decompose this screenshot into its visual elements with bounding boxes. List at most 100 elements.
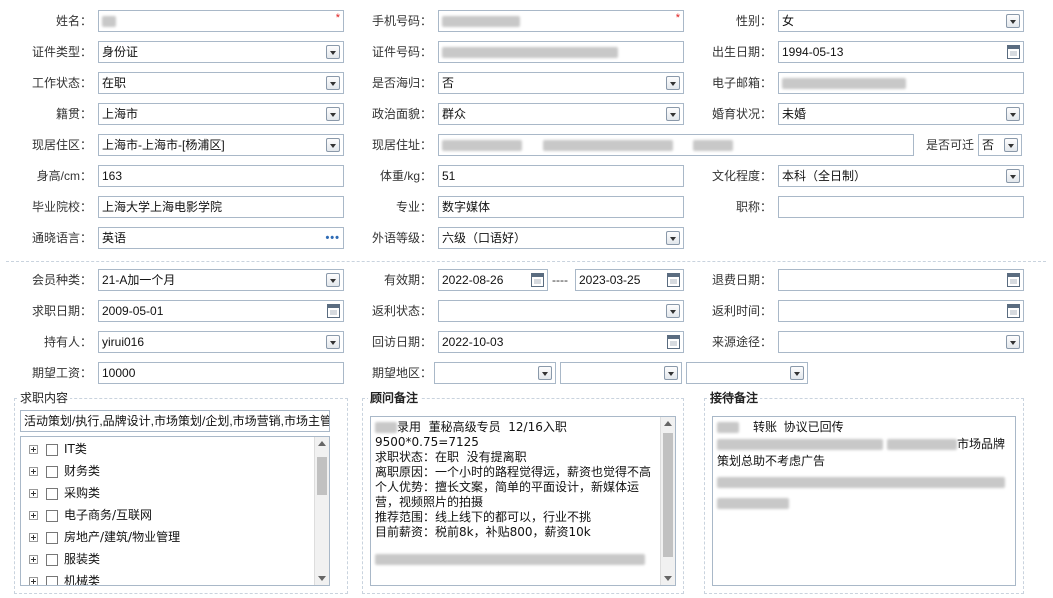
checkbox[interactable] (46, 509, 58, 522)
address-field[interactable] (438, 134, 914, 156)
chevron-down-icon[interactable] (326, 273, 340, 287)
chevron-down-icon[interactable] (1006, 14, 1020, 28)
id-number-field[interactable] (438, 41, 684, 63)
expand-icon[interactable] (29, 489, 38, 498)
rebate-status-select[interactable] (438, 300, 684, 322)
marital-select[interactable]: 未婚 (778, 103, 1024, 125)
reception-note-textarea[interactable]: 转账 协议已回传 市场品牌 策划总助不考虑广告 (712, 416, 1016, 586)
valid-from-field[interactable]: 2022-08-26 (438, 269, 548, 291)
chevron-down-icon[interactable] (326, 76, 340, 90)
tree-item-finance[interactable]: 财务类 (29, 461, 100, 481)
phone-field[interactable]: * (438, 10, 684, 32)
calendar-icon[interactable] (1007, 304, 1020, 318)
calendar-icon[interactable] (1007, 45, 1020, 59)
chevron-down-icon[interactable] (666, 304, 680, 318)
id-type-select[interactable]: 身份证 (98, 41, 344, 63)
scroll-up-icon[interactable] (664, 421, 672, 426)
tree-item-apparel[interactable]: 服装类 (29, 549, 100, 569)
region-district-select[interactable] (686, 362, 808, 384)
checkbox[interactable] (46, 575, 58, 585)
chevron-down-icon[interactable] (538, 366, 552, 380)
valid-to-field[interactable]: 2023-03-25 (575, 269, 684, 291)
calendar-icon[interactable] (531, 273, 544, 287)
language-field[interactable]: 英语 ••• (98, 227, 344, 249)
chevron-down-icon[interactable] (326, 138, 340, 152)
height-field[interactable]: 163 (98, 165, 344, 187)
scroll-thumb[interactable] (663, 433, 673, 557)
residence-select[interactable]: 上海市-上海市-[杨浦区] (98, 134, 344, 156)
note-scrollbar[interactable] (660, 417, 675, 585)
tree-item-ecommerce[interactable]: 电子商务/互联网 (29, 505, 152, 525)
salary-field[interactable]: 10000 (98, 362, 344, 384)
advisor-note-textarea[interactable]: 录用 董秘高级专员 12/16入职 9500*0.75=7125 求职状态：在职… (370, 416, 676, 586)
relocate-select[interactable]: 否 (978, 134, 1022, 156)
education-select[interactable]: 本科（全日制） (778, 165, 1024, 187)
job-date-field[interactable]: 2009-05-01 (98, 300, 344, 322)
overseas-select[interactable]: 否 (438, 72, 684, 94)
region-province-select[interactable] (434, 362, 556, 384)
tree-item-it[interactable]: IT类 (29, 439, 87, 459)
lang-level-select[interactable]: 六级（口语好） (438, 227, 684, 249)
required-mark: * (335, 12, 340, 24)
expand-icon[interactable] (29, 467, 38, 476)
region-city-select[interactable] (560, 362, 682, 384)
tree-scrollbar[interactable] (314, 437, 329, 585)
checkbox[interactable] (46, 443, 58, 456)
chevron-down-icon[interactable] (666, 107, 680, 121)
expand-icon[interactable] (29, 445, 38, 454)
chevron-down-icon[interactable] (664, 366, 678, 380)
work-status-select[interactable]: 在职 (98, 72, 344, 94)
chevron-down-icon[interactable] (1006, 335, 1020, 349)
lang-level-value: 六级（口语好） (442, 231, 527, 245)
holder-select[interactable]: yirui016 (98, 331, 344, 353)
refund-date-field[interactable] (778, 269, 1024, 291)
expand-icon[interactable] (29, 555, 38, 564)
chevron-down-icon[interactable] (666, 76, 680, 90)
birth-date-field[interactable]: 1994-05-13 (778, 41, 1024, 63)
calendar-icon[interactable] (327, 304, 340, 318)
title-field[interactable] (778, 196, 1024, 218)
tree-item-realestate[interactable]: 房地产/建筑/物业管理 (29, 527, 180, 547)
job-content-summary[interactable]: 活动策划/执行,品牌设计,市场策划/企划,市场营销,市场主管 (20, 410, 330, 432)
job-category-tree[interactable]: IT类 财务类 采购类 电子商务/互联网 房地产/建筑/物业管理 服装类 机械类 (20, 436, 330, 586)
height-label: 身高/cm： (36, 169, 92, 183)
calendar-icon[interactable] (667, 273, 680, 287)
holder-value: yirui016 (102, 335, 145, 349)
expand-icon[interactable] (29, 577, 38, 585)
gender-select[interactable]: 女 (778, 10, 1024, 32)
scroll-down-icon[interactable] (664, 576, 672, 581)
scroll-down-icon[interactable] (318, 576, 326, 581)
calendar-icon[interactable] (1007, 273, 1020, 287)
checkbox[interactable] (46, 553, 58, 566)
native-select[interactable]: 上海市 (98, 103, 344, 125)
school-field[interactable]: 上海大学上海电影学院 (98, 196, 344, 218)
tree-item-purchase[interactable]: 采购类 (29, 483, 100, 503)
scroll-up-icon[interactable] (318, 441, 326, 446)
checkbox[interactable] (46, 465, 58, 478)
chevron-down-icon[interactable] (326, 45, 340, 59)
chevron-down-icon[interactable] (326, 107, 340, 121)
name-field[interactable]: * (98, 10, 344, 32)
chevron-down-icon[interactable] (326, 335, 340, 349)
chevron-down-icon[interactable] (1006, 169, 1020, 183)
visit-date-field[interactable]: 2022-10-03 (438, 331, 684, 353)
chevron-down-icon[interactable] (1004, 138, 1018, 152)
chevron-down-icon[interactable] (790, 366, 804, 380)
rebate-time-field[interactable] (778, 300, 1024, 322)
source-select[interactable] (778, 331, 1024, 353)
expand-icon[interactable] (29, 511, 38, 520)
more-options-icon[interactable]: ••• (325, 228, 340, 248)
major-field[interactable]: 数字媒体 (438, 196, 684, 218)
member-type-select[interactable]: 21-A加一个月 (98, 269, 344, 291)
weight-field[interactable]: 51 (438, 165, 684, 187)
checkbox[interactable] (46, 531, 58, 544)
scroll-thumb[interactable] (317, 457, 327, 495)
calendar-icon[interactable] (667, 335, 680, 349)
checkbox[interactable] (46, 487, 58, 500)
political-select[interactable]: 群众 (438, 103, 684, 125)
chevron-down-icon[interactable] (666, 231, 680, 245)
expand-icon[interactable] (29, 533, 38, 542)
email-field[interactable] (778, 72, 1024, 94)
chevron-down-icon[interactable] (1006, 107, 1020, 121)
tree-item-machinery[interactable]: 机械类 (29, 571, 100, 585)
